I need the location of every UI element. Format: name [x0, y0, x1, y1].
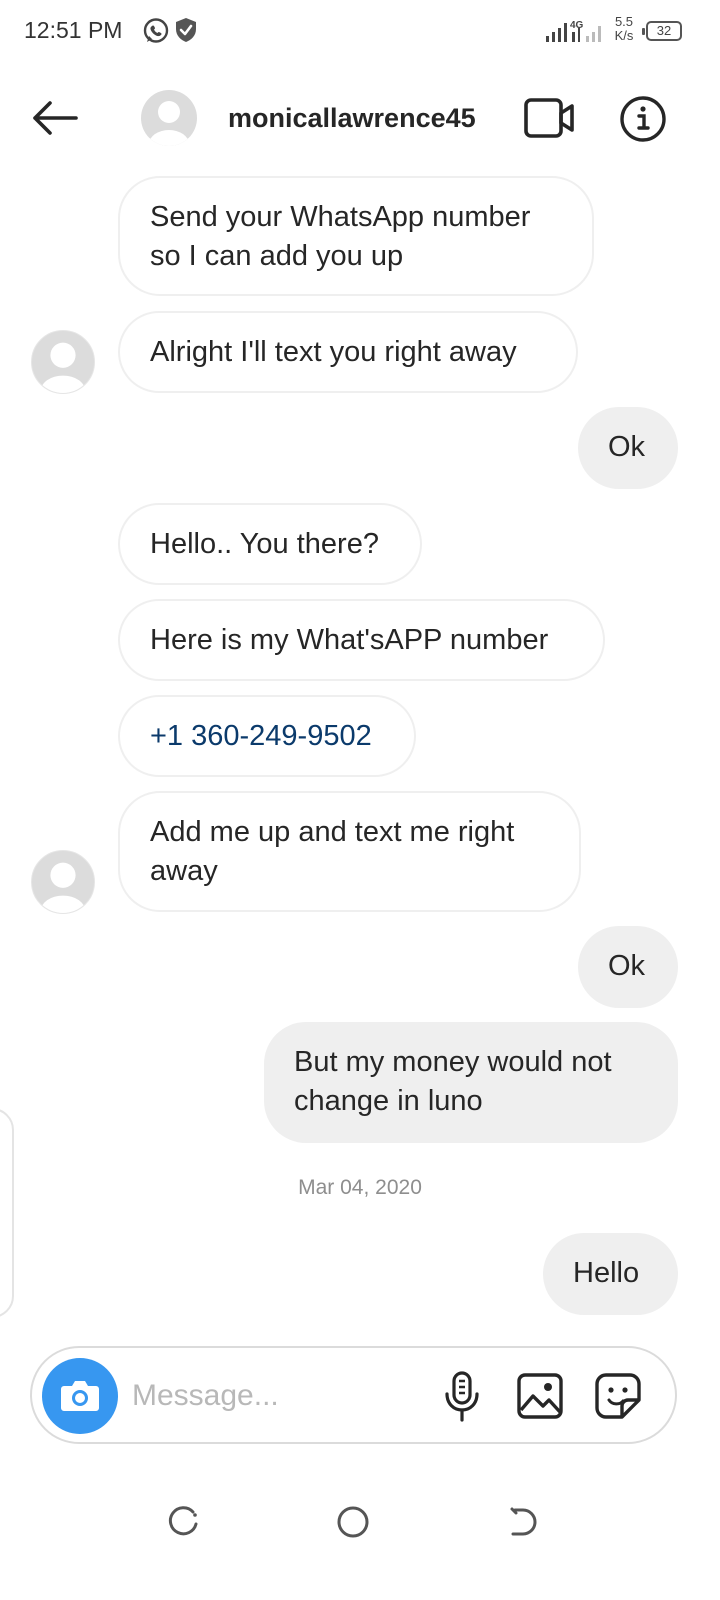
message-outgoing[interactable]: Ok — [578, 926, 678, 1008]
video-call-icon — [524, 98, 574, 138]
contact-avatar[interactable] — [141, 90, 197, 146]
sender-avatar[interactable] — [31, 850, 95, 914]
shield-icon — [174, 17, 198, 43]
message-incoming-phone[interactable]: +1 360-249-9502 — [118, 695, 416, 777]
message-outgoing[interactable]: Hello — [543, 1233, 678, 1315]
gallery-button[interactable] — [516, 1372, 564, 1420]
home-icon — [337, 1506, 369, 1538]
message-outgoing[interactable]: Ok — [578, 407, 678, 489]
message-composer — [30, 1346, 677, 1444]
network-speed: 5.5 K/s — [609, 15, 639, 43]
message-incoming[interactable]: Here is my What'sAPP number — [118, 599, 605, 681]
contact-username[interactable]: monicallawrence45 — [228, 103, 476, 134]
back-button[interactable] — [28, 94, 80, 142]
back-arrow-icon — [33, 101, 78, 135]
recent-apps-button[interactable] — [163, 1502, 203, 1542]
speed-value: 5.5 — [614, 14, 634, 29]
battery-level: 32 — [656, 23, 672, 38]
camera-button[interactable] — [42, 1358, 118, 1434]
whatsapp-icon — [142, 17, 170, 45]
status-bar: 12:51 PM 4G 5.5 K/s 32 — [0, 0, 720, 62]
sticker-icon — [595, 1373, 641, 1419]
side-panel-handle[interactable] — [0, 1108, 14, 1318]
sticker-button[interactable] — [594, 1372, 642, 1420]
network-type: 4G — [570, 20, 584, 31]
back-nav-icon — [510, 1507, 537, 1536]
date-separator: Mar 04, 2020 — [298, 1176, 422, 1199]
back-nav-button[interactable] — [503, 1502, 543, 1542]
info-icon — [620, 96, 666, 142]
message-incoming[interactable]: Send your WhatsApp number so I can add y… — [118, 176, 594, 296]
system-nav-bar — [0, 1470, 720, 1600]
info-button[interactable] — [618, 94, 668, 144]
recent-apps-icon — [168, 1506, 198, 1536]
video-call-button[interactable] — [522, 96, 576, 140]
microphone-icon — [445, 1371, 479, 1422]
signal-icon: 4G — [544, 18, 606, 44]
battery-icon: 32 — [642, 21, 682, 41]
message-incoming[interactable]: Add me up and text me right away — [118, 791, 581, 912]
phone-number-link[interactable]: +1 360-249-9502 — [150, 720, 372, 752]
status-time: 12:51 PM — [24, 17, 123, 43]
microphone-button[interactable] — [442, 1370, 482, 1424]
gallery-icon — [517, 1373, 563, 1419]
message-incoming[interactable]: Hello.. You there? — [118, 503, 422, 585]
message-input[interactable] — [132, 1372, 432, 1420]
camera-icon — [61, 1381, 99, 1411]
message-incoming[interactable]: Alright I'll text you right away — [118, 311, 578, 393]
chat-header: monicallawrence45 — [0, 80, 720, 160]
sender-avatar[interactable] — [31, 330, 95, 394]
speed-unit: K/s — [614, 28, 634, 43]
message-outgoing[interactable]: But my money would not change in luno — [264, 1022, 678, 1143]
home-button[interactable] — [333, 1502, 373, 1542]
